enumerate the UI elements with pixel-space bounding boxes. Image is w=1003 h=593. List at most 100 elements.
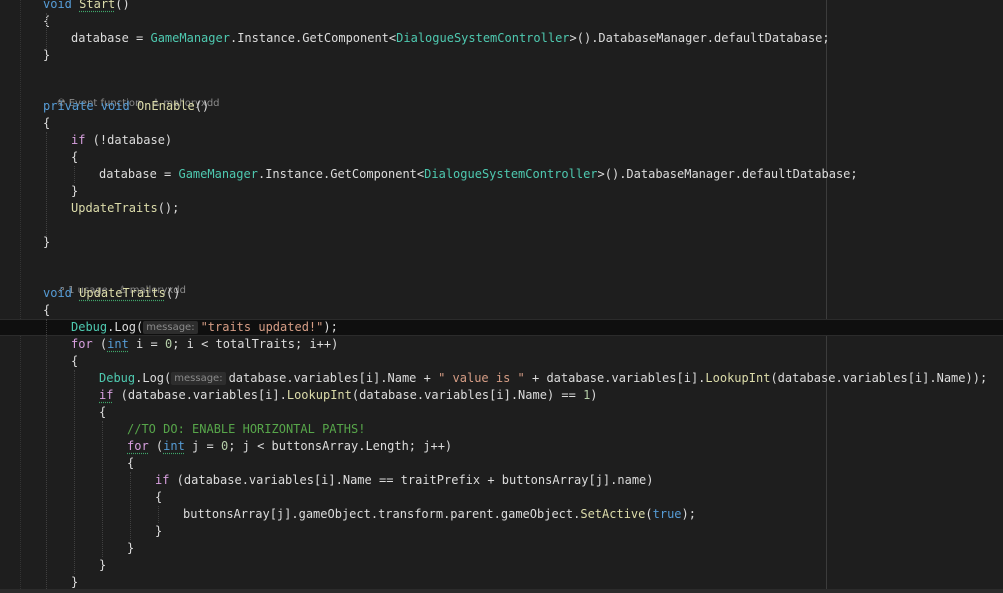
code-lens-on-enable[interactable]: ☢ Event function ♙ malloryxdd [44,83,220,109]
identifier: database [99,167,157,181]
string-literal: "traits updated!" [200,320,324,334]
class-name: DialogueSystemController [424,167,598,181]
code-line[interactable]: { [0,13,50,30]
code-line[interactable]: { [0,302,50,319]
method-call: UpdateTraits [71,201,158,215]
indent-guide [158,506,159,523]
punct: () [115,0,130,11]
code-line[interactable]: Debug.Log(message: database.variables[i].… [0,370,987,387]
code-line[interactable]: } [0,234,50,251]
punct: () [194,99,210,113]
indent-guide [130,472,131,540]
loop-condition: ; i < totalTraits; i++) [172,337,339,351]
condition: (!database) [85,133,173,147]
punct: ); [681,507,696,521]
code-line[interactable]: database = GameManager.Instance.GetCompo… [0,166,858,183]
class-name: GameManager [150,31,230,45]
column-ruler [826,0,827,593]
member-access: .Instance.GetComponent< [229,31,397,45]
loop-init: i = [128,337,165,351]
code-line[interactable]: buttonsArray[j].gameObject.transform.par… [0,506,696,523]
code-line[interactable]: { [0,404,106,421]
code-line[interactable]: } [0,47,50,64]
code-line[interactable]: void Start() [0,0,130,13]
code-line[interactable]: void UpdateTraits() [0,285,180,302]
member-access: .Log( [107,320,144,334]
code-line[interactable]: if (database.variables[i].Name == traitP… [0,472,654,489]
horizontal-scrollbar[interactable] [0,589,1003,593]
member-access: .Log( [135,371,172,385]
keyword: void [43,0,72,11]
current-line[interactable]: Debug.Log(message: "traits updated!"); [0,319,1003,336]
member-access: >().DatabaseManager.defaultDatabase; [597,167,858,181]
keyword: private [43,99,94,113]
brace: { [43,116,51,130]
keyword: if [71,133,86,147]
string-literal: " value is " [438,371,525,385]
indent-guide [46,132,47,236]
class-name: Debug [71,320,108,334]
brace: { [99,405,107,419]
expression: database.variables[i].Name + [228,371,439,385]
operator: = [156,167,179,181]
code-line[interactable]: if (!database) [0,132,172,149]
method-call: SetActive [580,507,646,521]
keyword: for [127,439,149,453]
class-name: GameManager [178,167,258,181]
code-line[interactable]: { [0,489,162,506]
brace: } [71,184,79,198]
code-line[interactable]: { [0,115,50,132]
code-line[interactable]: database = GameManager.Instance.GetCompo… [0,30,830,47]
code-line[interactable]: } [0,540,134,557]
class-name: Debug [99,371,136,385]
loop-init: j = [184,439,221,453]
punct: ); [323,320,338,334]
code-line[interactable]: for (int i = 0; i < totalTraits; i++) [0,336,338,353]
brace: } [155,524,163,538]
condition: (database.variables[i].Name == traitPref… [169,473,654,487]
code-line[interactable]: } [0,183,78,200]
indent-guide [74,166,75,183]
indent-guide [46,13,47,49]
brace: } [43,235,51,249]
code-line[interactable]: //TO DO: ENABLE HORIZONTAL PATHS! [0,421,365,438]
method-name: UpdateTraits [79,286,166,300]
punct: (); [157,201,180,215]
loop-condition: ; j < buttonsArray.Length; j++) [228,439,453,453]
punct: ( [645,507,653,521]
code-lens-update-traits[interactable]: ⇗ 1 usage ♙ malloryxdd [44,270,186,296]
member-access: .Instance.GetComponent< [257,167,425,181]
code-line[interactable]: { [0,149,78,166]
code-line[interactable]: { [0,455,134,472]
code-line[interactable]: for (int j = 0; j < buttonsArray.Length;… [0,438,452,455]
keyword: int [163,439,185,453]
keyword: if [99,388,114,402]
method-call: LookupInt [705,371,771,385]
brace: { [127,456,135,470]
code-editor[interactable]: void Start() { database = GameManager.In… [0,0,1003,593]
brace: { [71,150,79,164]
code-line[interactable]: } [0,557,106,574]
code-line[interactable]: } [0,523,162,540]
parameter-hint: message: [143,321,198,334]
brace: { [155,490,163,504]
indent-guide [46,319,47,593]
keyword: for [71,337,93,351]
keyword: if [155,473,170,487]
condition: (database.variables[i]. [113,388,287,402]
method-name: OnEnable [136,99,195,113]
method-name: Start [79,0,116,11]
brace: } [43,48,51,62]
identifier: database [71,31,129,45]
code-line[interactable]: { [0,353,78,370]
code-line[interactable]: UpdateTraits(); [0,200,179,217]
indent-guide [102,421,103,557]
method-call: LookupInt [286,388,352,402]
operator: = [128,31,151,45]
code-line[interactable]: if (database.variables[i].LookupInt(data… [0,387,598,404]
keyword: true [652,507,682,521]
brace: } [127,541,135,555]
code-line[interactable]: private void OnEnable() [0,98,209,115]
expression: (database.variables[i].Name)); [770,371,988,385]
punct: () [165,286,181,300]
